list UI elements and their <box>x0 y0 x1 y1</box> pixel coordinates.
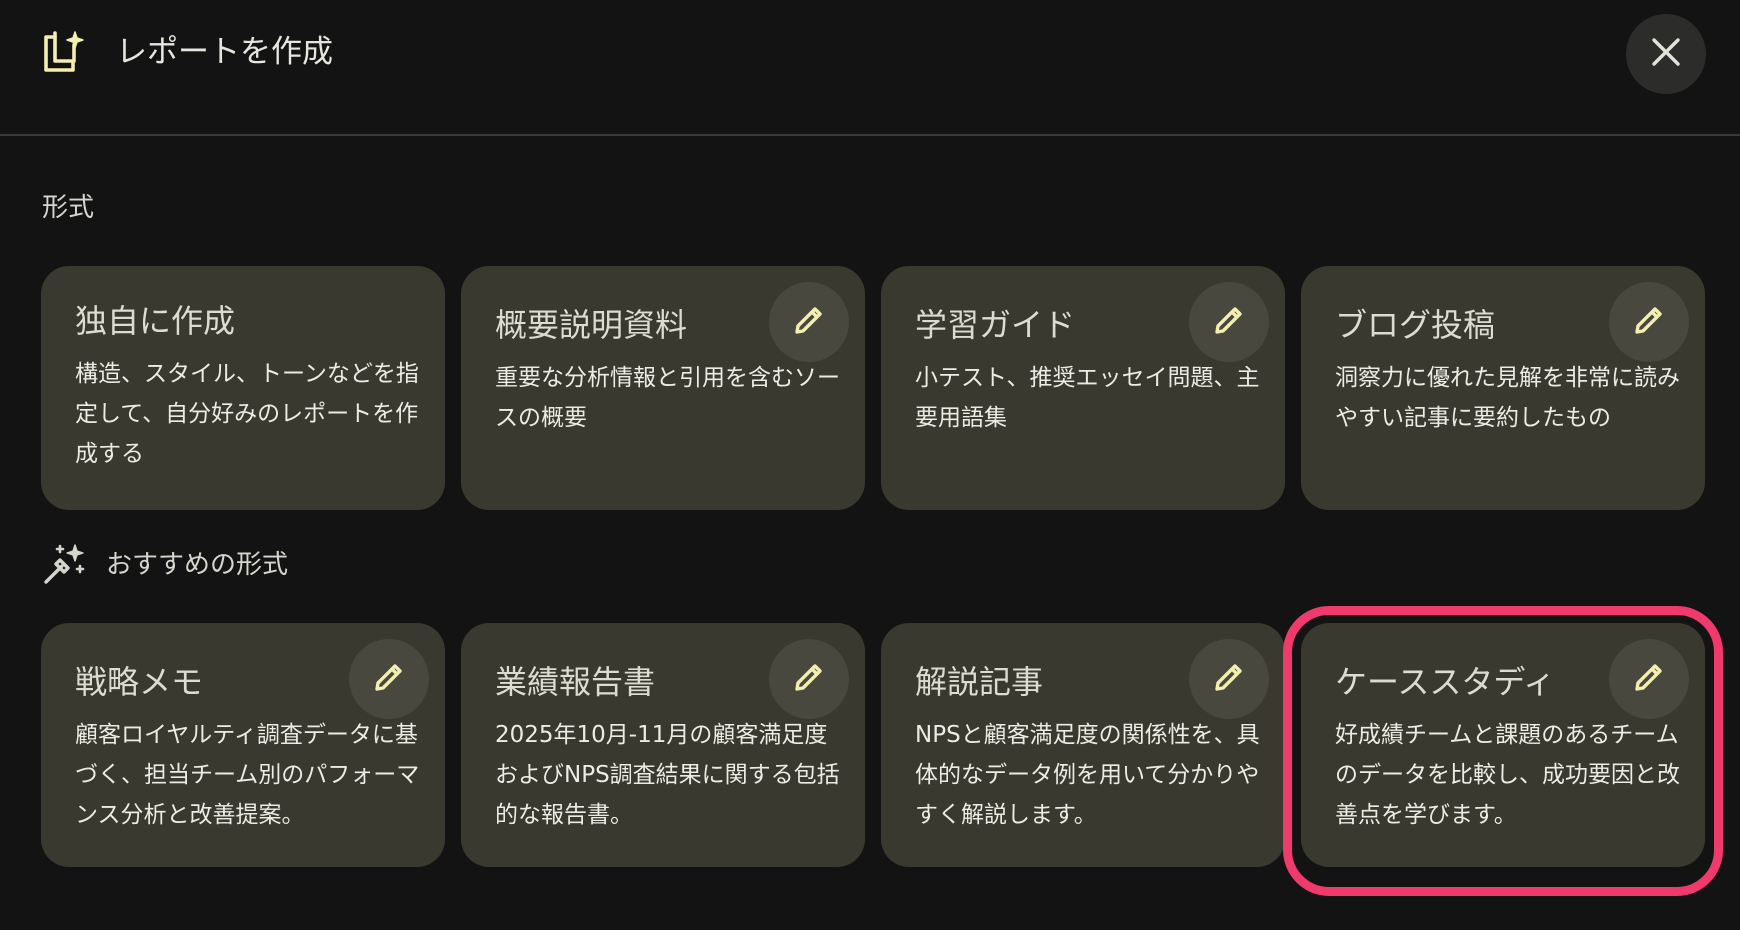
card-description: NPSと顧客満足度の関係性を、具体的なデータ例を用いて分かりやすく解説します。 <box>915 722 1260 828</box>
edit-button[interactable] <box>769 282 849 362</box>
card-description: 顧客ロイヤルティ調査データに基づく、担当チーム別のパフォーマンス分析と改善提案。 <box>75 722 420 828</box>
card-description: 洞察力に優れた見解を非常に読みやすい記事に要約したもの <box>1335 365 1680 431</box>
pencil-icon <box>1632 660 1666 698</box>
magic-wand-icon <box>42 542 86 586</box>
card-title: ブログ投稿 <box>1335 306 1496 344</box>
card-description: 構造、スタイル、トーンなどを指定して、自分好みのレポートを作成する <box>75 361 419 467</box>
dialog-title: レポートを作成 <box>116 34 333 70</box>
pencil-icon <box>372 660 406 698</box>
suggested-card-explainer[interactable]: 解説記事 NPSと顧客満足度の関係性を、具体的なデータ例を用いて分かりやすく解説… <box>881 623 1285 867</box>
edit-button[interactable] <box>769 639 849 719</box>
close-button[interactable] <box>1626 14 1706 94</box>
edit-button[interactable] <box>349 639 429 719</box>
card-title: 概要説明資料 <box>495 306 688 344</box>
pencil-icon <box>1212 660 1246 698</box>
format-card-custom[interactable]: 独自に作成 構造、スタイル、トーンなどを指定して、自分好みのレポートを作成する <box>41 266 445 510</box>
card-title: 業績報告書 <box>495 663 656 701</box>
report-sparkle-icon <box>42 30 86 74</box>
edit-button[interactable] <box>1189 282 1269 362</box>
suggested-card-strategy-memo[interactable]: 戦略メモ 顧客ロイヤルティ調査データに基づく、担当チーム別のパフォーマンス分析と… <box>41 623 445 867</box>
pencil-icon <box>1212 303 1246 341</box>
close-icon <box>1651 37 1681 71</box>
format-card-blog-post[interactable]: ブログ投稿 洞察力に優れた見解を非常に読みやすい記事に要約したもの <box>1301 266 1705 510</box>
suggested-card-performance-report[interactable]: 業績報告書 2025年10月-11月の顧客満足度およびNPS調査結果に関する包括… <box>461 623 865 867</box>
dialog-header: レポートを作成 <box>0 0 1740 136</box>
card-title: 独自に作成 <box>75 302 236 340</box>
formats-section-label: 形式 <box>42 193 95 223</box>
suggested-card-case-study[interactable]: ケーススタディ 好成績チームと課題のあるチームのデータを比較し、成功要因と改善点… <box>1301 623 1705 867</box>
pencil-icon <box>1632 303 1666 341</box>
suggested-section-label: おすすめの形式 <box>106 550 289 580</box>
edit-button[interactable] <box>1609 639 1689 719</box>
card-title: ケーススタディ <box>1335 663 1556 701</box>
format-card-briefing[interactable]: 概要説明資料 重要な分析情報と引用を含むソースの概要 <box>461 266 865 510</box>
card-title: 学習ガイド <box>915 306 1076 344</box>
edit-button[interactable] <box>1189 639 1269 719</box>
card-description: 重要な分析情報と引用を含むソースの概要 <box>495 365 840 431</box>
format-card-study-guide[interactable]: 学習ガイド 小テスト、推奨エッセイ問題、主要用語集 <box>881 266 1285 510</box>
pencil-icon <box>792 303 826 341</box>
card-title: 戦略メモ <box>75 663 204 701</box>
card-description: 好成績チームと課題のあるチームのデータを比較し、成功要因と改善点を学びます。 <box>1335 722 1680 828</box>
edit-button[interactable] <box>1609 282 1689 362</box>
card-title: 解説記事 <box>915 663 1044 701</box>
card-description: 小テスト、推奨エッセイ問題、主要用語集 <box>915 365 1260 431</box>
card-description: 2025年10月-11月の顧客満足度およびNPS調査結果に関する包括的な報告書。 <box>495 722 840 828</box>
pencil-icon <box>792 660 826 698</box>
